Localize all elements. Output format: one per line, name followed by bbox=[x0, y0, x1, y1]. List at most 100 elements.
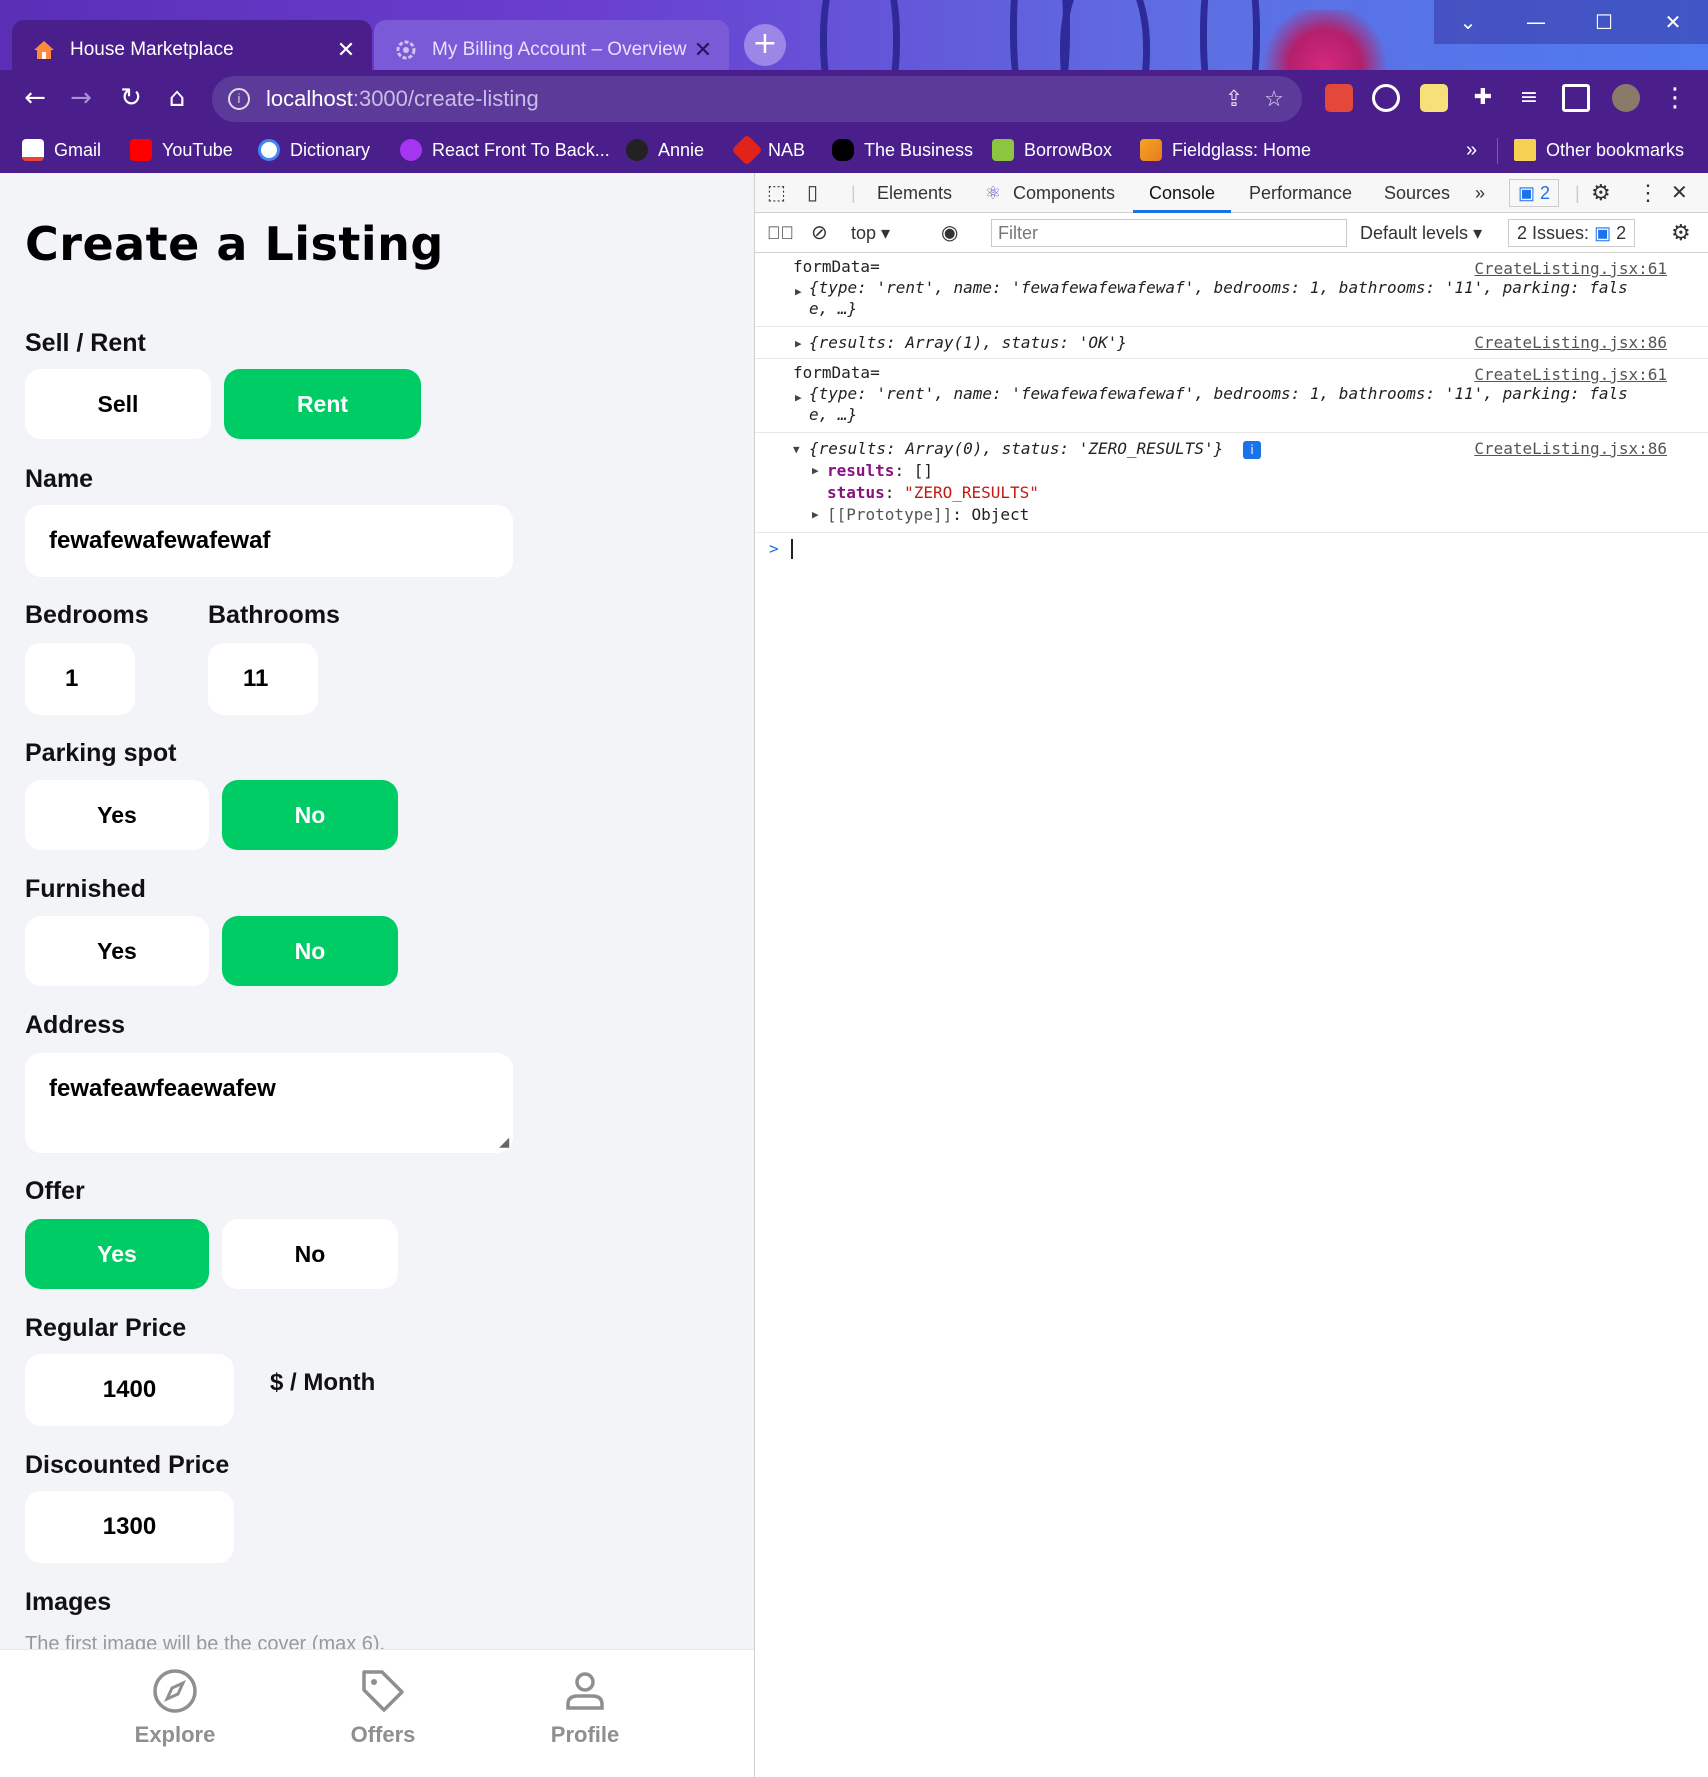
regular-price-input[interactable]: 1400 bbox=[25, 1354, 234, 1426]
nav-explore[interactable]: Explore bbox=[105, 1668, 245, 1748]
reload-icon[interactable]: ↻ bbox=[114, 81, 148, 115]
more-tabs-icon[interactable]: » bbox=[1475, 173, 1485, 213]
issues-button[interactable]: 2 Issues: ▣ 2 bbox=[1508, 219, 1636, 247]
expand-arrow-icon[interactable]: ▶ bbox=[795, 391, 802, 404]
info-badge-icon[interactable]: i bbox=[1243, 441, 1261, 459]
bookmark-label: Fieldglass: Home bbox=[1172, 139, 1312, 160]
bathrooms-input[interactable]: 11 bbox=[208, 643, 318, 715]
tab-console[interactable]: Console bbox=[1133, 173, 1232, 213]
bookmark-nab[interactable]: NAB bbox=[731, 134, 805, 166]
source-link[interactable]: CreateListing.jsx:61 bbox=[1474, 259, 1667, 278]
nav-offers[interactable]: Offers bbox=[313, 1668, 453, 1748]
console-property[interactable]: results: [] bbox=[827, 461, 933, 480]
notes-extension-icon[interactable] bbox=[1420, 84, 1448, 112]
back-icon[interactable]: ← bbox=[18, 81, 52, 115]
nav-profile[interactable]: Profile bbox=[515, 1668, 655, 1748]
star-icon[interactable]: ☆ bbox=[1254, 86, 1294, 112]
console-log: formData= CreateListing.jsx:61 ▶ {type: … bbox=[755, 253, 1708, 567]
page-content: Create a Listing Sell / Rent Sell Rent N… bbox=[0, 173, 754, 1777]
more-menu-icon[interactable]: ⋮ bbox=[1658, 81, 1692, 115]
bookmarks-overflow-icon[interactable]: » bbox=[1466, 136, 1477, 164]
console-filter-input[interactable]: Filter bbox=[991, 219, 1347, 247]
parking-no-button[interactable]: No bbox=[222, 780, 398, 850]
info-icon[interactable]: i bbox=[228, 88, 250, 110]
url-path: :3000/create-listing bbox=[352, 86, 539, 111]
parking-label: Parking spot bbox=[25, 739, 177, 767]
context-selector[interactable]: top ▾ bbox=[851, 213, 890, 253]
sell-button[interactable]: Sell bbox=[25, 369, 211, 439]
new-tab-button[interactable]: + bbox=[744, 24, 786, 66]
close-devtools-icon[interactable]: ✕ bbox=[1671, 173, 1688, 213]
gmail-icon bbox=[22, 139, 44, 161]
console-object-preview[interactable]: {type: 'rent', name: 'fewafewafewafewaf'… bbox=[809, 278, 1628, 297]
bookmark-the-business[interactable]: The Business bbox=[832, 136, 973, 164]
share-icon[interactable]: ⇪ bbox=[1214, 86, 1254, 112]
address-textarea[interactable]: fewafeawfeaewafew ◢ bbox=[25, 1053, 513, 1153]
furnished-no-button[interactable]: No bbox=[222, 916, 398, 986]
expand-arrow-icon[interactable]: ▶ bbox=[795, 337, 802, 350]
home-icon[interactable]: ⌂ bbox=[160, 81, 194, 115]
forward-icon[interactable]: → bbox=[64, 81, 98, 115]
tab-search-button[interactable]: ⌄ bbox=[1434, 0, 1502, 44]
extension-icon[interactable] bbox=[1325, 84, 1353, 112]
extensions-icon[interactable]: ✚ bbox=[1466, 81, 1500, 115]
side-panel-icon[interactable] bbox=[1562, 84, 1590, 112]
close-window-button[interactable]: ✕ bbox=[1638, 0, 1708, 44]
bookmark-dictionary[interactable]: Dictionary bbox=[258, 136, 370, 164]
parking-yes-button[interactable]: Yes bbox=[25, 780, 209, 850]
settings-gear-icon[interactable]: ⚙ bbox=[1591, 173, 1611, 213]
sidebar-toggle-icon[interactable]: ▸⃞ bbox=[767, 213, 794, 253]
address-bar[interactable]: i localhost:3000/create-listing ⇪ ☆ bbox=[212, 76, 1302, 122]
expand-arrow-icon[interactable]: ▶ bbox=[812, 508, 819, 521]
close-tab-icon[interactable]: ✕ bbox=[691, 37, 715, 63]
bookmark-borrowbox[interactable]: BorrowBox bbox=[992, 136, 1112, 164]
resize-grip-icon[interactable]: ◢ bbox=[500, 1135, 509, 1149]
source-link[interactable]: CreateListing.jsx:61 bbox=[1474, 365, 1667, 384]
minimize-button[interactable]: — bbox=[1502, 0, 1570, 44]
media-control-icon[interactable]: ≡ bbox=[1512, 81, 1546, 115]
console-settings-gear-icon[interactable]: ⚙ bbox=[1671, 213, 1691, 253]
device-toolbar-icon[interactable]: ▯ bbox=[807, 173, 818, 213]
log-levels-dropdown[interactable]: Default levels ▾ bbox=[1360, 213, 1482, 253]
message-icon: ▣ bbox=[1518, 183, 1536, 203]
maximize-button[interactable]: ☐ bbox=[1570, 0, 1638, 44]
rent-button[interactable]: Rent bbox=[224, 369, 421, 439]
tab-performance[interactable]: Performance bbox=[1249, 173, 1352, 213]
bookmark-other-folder[interactable]: Other bookmarks bbox=[1514, 136, 1684, 164]
messages-badge[interactable]: ▣ 2 bbox=[1509, 179, 1560, 207]
console-property[interactable]: [[Prototype]]: Object bbox=[827, 505, 1029, 524]
live-expression-eye-icon[interactable]: ◉ bbox=[941, 213, 958, 253]
console-object-preview[interactable]: {results: Array(1), status: 'OK'} bbox=[809, 333, 1127, 352]
expand-arrow-icon[interactable]: ▶ bbox=[812, 464, 819, 477]
name-input[interactable]: fewafewafewafewaf bbox=[25, 505, 513, 577]
target-extension-icon[interactable] bbox=[1372, 84, 1400, 112]
source-link[interactable]: CreateListing.jsx:86 bbox=[1474, 333, 1667, 352]
expand-arrow-icon[interactable]: ▶ bbox=[795, 285, 802, 298]
tab-elements[interactable]: Elements bbox=[877, 173, 952, 213]
console-prompt[interactable]: > bbox=[755, 533, 1708, 567]
bookmark-label: YouTube bbox=[162, 139, 233, 160]
tab-components[interactable]: Components bbox=[1013, 173, 1115, 213]
collapse-arrow-icon[interactable]: ▼ bbox=[793, 443, 800, 456]
bookmark-annie[interactable]: Annie bbox=[626, 136, 704, 164]
furnished-yes-button[interactable]: Yes bbox=[25, 916, 209, 986]
source-link[interactable]: CreateListing.jsx:86 bbox=[1474, 439, 1667, 458]
bookmark-youtube[interactable]: YouTube bbox=[130, 136, 233, 164]
console-object-preview[interactable]: {type: 'rent', name: 'fewafewafewafewaf'… bbox=[809, 384, 1628, 403]
offer-no-button[interactable]: No bbox=[222, 1219, 398, 1289]
bedrooms-input[interactable]: 1 bbox=[25, 643, 135, 715]
tab-title: My Billing Account – Overview – bbox=[432, 38, 691, 60]
offer-yes-button[interactable]: Yes bbox=[25, 1219, 209, 1289]
console-object-preview[interactable]: {results: Array(0), status: 'ZERO_RESULT… bbox=[809, 439, 1223, 458]
inspect-element-icon[interactable]: ⬚ bbox=[767, 173, 786, 213]
clear-console-icon[interactable]: ⊘ bbox=[811, 213, 828, 253]
bookmark-gmail[interactable]: Gmail bbox=[22, 136, 101, 164]
tab-sources[interactable]: Sources bbox=[1384, 173, 1450, 213]
bookmark-react-course[interactable]: React Front To Back... bbox=[400, 136, 610, 164]
devtools-menu-icon[interactable]: ⋮ bbox=[1637, 173, 1659, 213]
bookmark-fieldglass[interactable]: Fieldglass: Home bbox=[1140, 136, 1311, 164]
avatar[interactable] bbox=[1612, 84, 1640, 112]
discounted-price-input[interactable]: 1300 bbox=[25, 1491, 234, 1563]
close-tab-icon[interactable]: ✕ bbox=[334, 37, 358, 63]
console-message: ▶ {results: Array(1), status: 'OK'} Crea… bbox=[755, 327, 1708, 359]
